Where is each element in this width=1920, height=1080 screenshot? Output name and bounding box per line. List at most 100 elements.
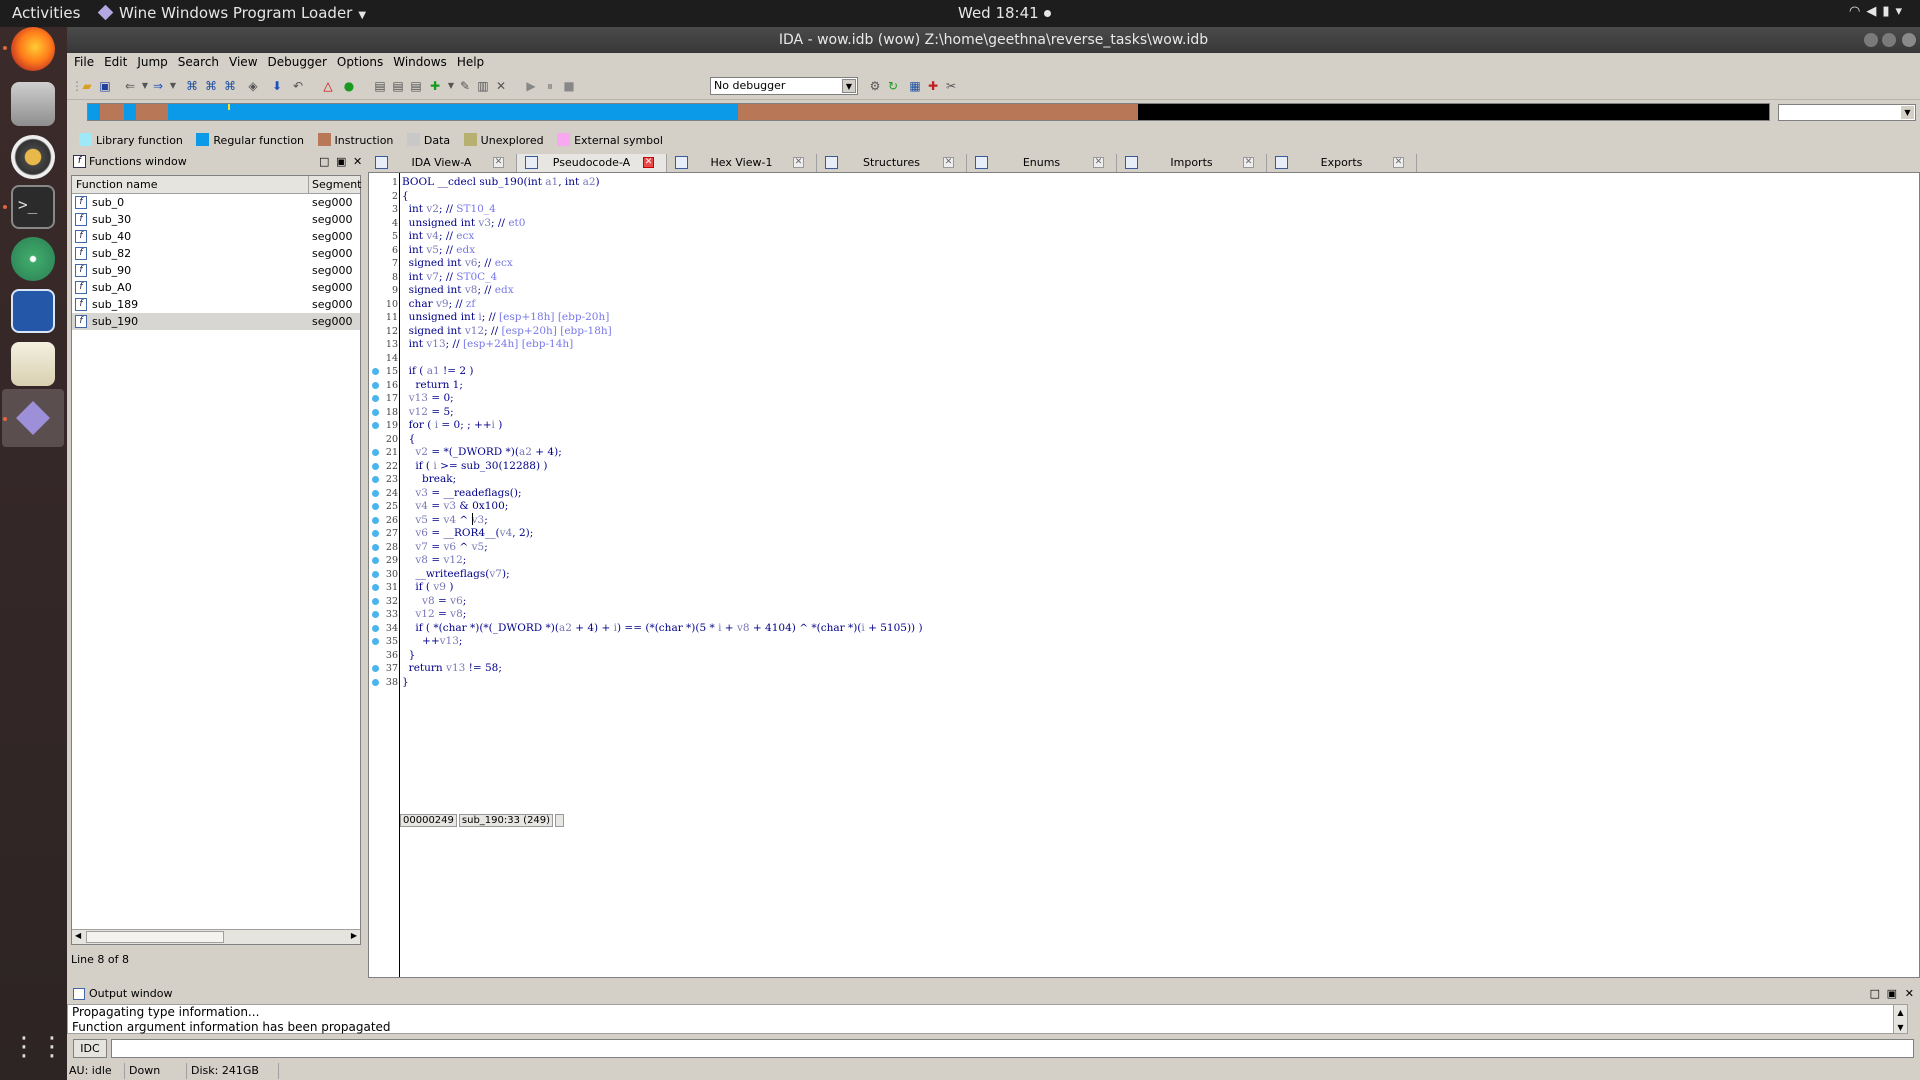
breakpoint-marker-icon[interactable] (372, 638, 379, 645)
tab-exports[interactable]: Exports ✕ (1267, 154, 1417, 172)
scroll-right-icon[interactable]: ▶ (351, 931, 357, 940)
search-next-icon[interactable]: ◈ (245, 78, 261, 94)
jump-down-icon[interactable]: ⬇ (269, 78, 285, 94)
code-line[interactable]: 3 int v2; // ST10_4 (369, 203, 1869, 216)
breakpoint-marker-icon[interactable] (372, 611, 379, 618)
breakpoint-marker-icon[interactable] (372, 530, 379, 537)
code-line[interactable]: 13 int v13; // [esp+24h] [ebp-14h] (369, 338, 1869, 351)
minimize-button[interactable] (1864, 33, 1878, 47)
vertical-scrollbar[interactable]: ▲ ▼ (1893, 1005, 1907, 1033)
code-line[interactable]: 38} (369, 676, 1869, 689)
forward-icon[interactable]: ⇒ (150, 78, 166, 94)
menu-help[interactable]: Help (452, 53, 489, 69)
forward-dropdown-icon[interactable]: ▼ (165, 78, 181, 94)
code-line[interactable]: 24 v3 = __readeflags(); (369, 487, 1869, 500)
code-line[interactable]: 20 { (369, 433, 1869, 446)
breakpoint-marker-icon[interactable] (372, 489, 379, 497)
code-line[interactable]: 11 unsigned int i; // [esp+18h] [ebp-20h… (369, 311, 1869, 324)
menu-jump[interactable]: Jump (132, 53, 172, 69)
scroll-left-icon[interactable]: ◀ (75, 931, 81, 940)
breakpoint-marker-icon[interactable] (372, 516, 379, 524)
debugger-select[interactable]: No debugger ▼ (710, 77, 858, 95)
add-breakpoint-icon[interactable]: ✚ (925, 78, 941, 94)
code-line[interactable]: 23 break; (369, 473, 1869, 486)
code-line[interactable]: 1 BOOL __cdecl sub_190(int a1, int a2) (369, 176, 1869, 189)
menu-options[interactable]: Options (332, 53, 388, 69)
code-line[interactable]: 36 } (369, 649, 1869, 662)
code-line[interactable]: 31 if ( v9 ) (369, 581, 1869, 594)
code-line[interactable]: 17 v13 = 0; (369, 392, 1869, 405)
code-line[interactable]: 6 int v5; // edx (369, 244, 1869, 257)
navigation-select[interactable]: ▼ (1778, 104, 1916, 121)
breakpoint-marker-icon[interactable] (372, 584, 379, 591)
wine-app-icon[interactable] (11, 396, 55, 440)
delete-icon[interactable]: ✕ (493, 78, 509, 94)
code-line[interactable]: 4 unsigned int v3; // et0 (369, 217, 1869, 230)
breakpoint-marker-icon[interactable] (372, 395, 379, 402)
panel-float-icon[interactable]: ▣ (336, 153, 346, 171)
search-text-icon[interactable]: ⌘ (203, 78, 219, 94)
breakpoint-list-icon[interactable]: ▦ (907, 78, 923, 94)
open-icon[interactable]: ▰ (79, 78, 95, 94)
close-icon[interactable]: ✕ (1393, 157, 1404, 168)
column-header-function-name[interactable]: Function name (76, 176, 157, 194)
breakpoint-marker-icon[interactable] (372, 597, 379, 605)
code-line[interactable]: 12 signed int v12; // [esp+20h] [ebp-18h… (369, 325, 1869, 338)
code-line[interactable]: 16 return 1; (369, 379, 1869, 392)
horizontal-scrollbar[interactable]: ◀ ▶ (72, 929, 360, 944)
show-applications-icon[interactable]: ⋮⋮⋮ (11, 1025, 93, 1069)
segment-icon[interactable]: ▤ (372, 78, 388, 94)
text-editor-icon[interactable] (11, 342, 55, 386)
menu-windows[interactable]: Windows (388, 53, 452, 69)
system-tray[interactable]: ◠◀▮▾ (1849, 4, 1908, 19)
code-line[interactable]: 37 return v13 != 58; (369, 662, 1869, 675)
stop-debug-icon[interactable]: ■ (561, 78, 577, 94)
enum-icon[interactable]: ▤ (408, 78, 424, 94)
code-line[interactable]: 10 char v9; // zf (369, 298, 1869, 311)
menu-file[interactable]: File (69, 53, 99, 69)
breakpoint-marker-icon[interactable] (372, 678, 379, 686)
code-line[interactable]: 26 v5 = v4 ^ v3; (369, 514, 1869, 527)
table-row-selected[interactable]: f sub_190 seg000 (72, 313, 360, 330)
code-line[interactable]: 35 ++v13; (369, 635, 1869, 648)
code-line[interactable]: 34 if ( *(char *)(*(_DWORD *)(a2 + 4) + … (369, 622, 1869, 635)
code-line[interactable]: 22 if ( i >= sub_30(12288) ) (369, 460, 1869, 473)
code-line[interactable]: 2{ (369, 190, 1869, 203)
save-icon[interactable]: ▣ (97, 78, 113, 94)
maximize-button[interactable] (1882, 33, 1896, 47)
table-row[interactable]: f sub_189 seg000 (72, 296, 360, 313)
graph-icon[interactable]: ▥ (475, 78, 491, 94)
panel-close-icon[interactable]: ✕ (1905, 986, 1914, 1002)
panel-restore-icon[interactable]: □ (1870, 986, 1880, 1002)
analysis-ok-icon[interactable]: ● (341, 78, 357, 94)
breakpoint-marker-icon[interactable] (372, 422, 379, 429)
binoculars-icon[interactable]: ⌘ (184, 78, 200, 94)
search-binary-icon[interactable]: ⌘ (222, 78, 238, 94)
debug-refresh-icon[interactable]: ↻ (885, 78, 901, 94)
breakpoint-marker-icon[interactable] (372, 570, 379, 578)
start-debug-icon[interactable]: ▶ (523, 78, 539, 94)
code-line[interactable]: 18 v12 = 5; (369, 406, 1869, 419)
panel-close-icon[interactable]: ✕ (353, 153, 362, 171)
panel-restore-icon[interactable]: □ (319, 153, 329, 171)
close-icon[interactable]: ✕ (493, 157, 504, 168)
menu-debugger[interactable]: Debugger (263, 53, 332, 69)
firefox-icon[interactable] (11, 27, 55, 71)
activities-button[interactable]: Activities (12, 4, 80, 22)
menu-view[interactable]: View (224, 53, 262, 69)
column-divider[interactable] (308, 176, 309, 194)
table-row[interactable]: f sub_40 seg000 (72, 228, 360, 245)
tab-hex-view-1[interactable]: Hex View-1 ✕ (667, 154, 817, 172)
tab-structures[interactable]: Structures ✕ (817, 154, 967, 172)
breakpoint-marker-icon[interactable] (372, 624, 379, 632)
code-line[interactable]: 25 v4 = v3 & 0x100; (369, 500, 1869, 513)
close-icon[interactable]: ✕ (793, 157, 804, 168)
scroll-down-icon[interactable]: ▼ (1894, 1020, 1907, 1035)
table-row[interactable]: f sub_82 seg000 (72, 245, 360, 262)
close-icon[interactable]: ✕ (943, 157, 954, 168)
files-icon[interactable] (11, 82, 55, 126)
code-line[interactable]: 33 v12 = v8; (369, 608, 1869, 621)
menu-edit[interactable]: Edit (99, 53, 132, 69)
breakpoint-marker-icon[interactable] (372, 368, 379, 375)
code-line[interactable]: 19 for ( i = 0; ; ++i ) (369, 419, 1869, 432)
